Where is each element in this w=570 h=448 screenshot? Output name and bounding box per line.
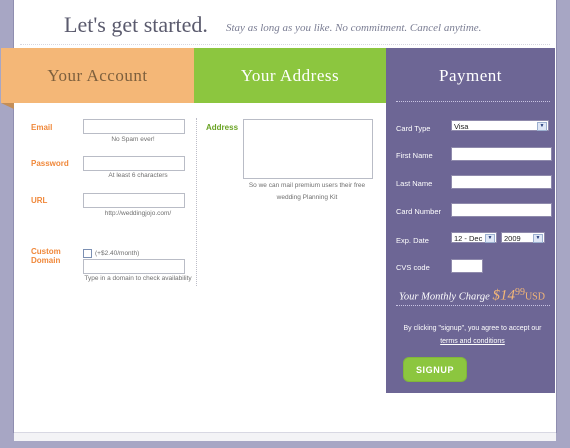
address-label: Address — [206, 123, 239, 132]
card-type-value: Visa — [454, 122, 469, 131]
page-subtitle: Stay as long as you like. No commitment.… — [226, 22, 482, 34]
page-title: Let's get started. — [64, 12, 208, 37]
tab-fold-corner — [1, 103, 14, 109]
email-hint: No Spam ever! — [111, 136, 155, 143]
url-field[interactable] — [83, 193, 185, 208]
url-hint: http://weddingjojo.com/ — [104, 210, 172, 217]
tab-payment[interactable]: Payment — [386, 48, 555, 103]
first-name-label: First Name — [396, 151, 433, 160]
exp-year-select[interactable]: 2009 ▼ — [501, 232, 545, 243]
exp-month-select[interactable]: 12 - Dec ▼ — [451, 232, 497, 243]
tab-payment-label: Payment — [439, 65, 502, 85]
tab-your-address[interactable]: Your Address — [194, 48, 386, 103]
card-bottom-strip — [14, 432, 556, 441]
tab-your-address-label: Your Address — [240, 65, 340, 85]
signup-button[interactable]: SIGNUP — [403, 357, 467, 382]
terms-text: By clicking "signup", you agree to accep… — [403, 325, 542, 332]
custom-domain-checkbox[interactable] — [83, 249, 92, 258]
last-name-label: Last Name — [396, 179, 433, 188]
monthly-charge-amount: $14 — [492, 287, 515, 304]
tab-your-account-label: Your Account — [47, 65, 148, 85]
address-hint-line2: wedding Planning Kit — [276, 194, 338, 201]
card-type-select[interactable]: Visa ▼ — [451, 120, 549, 131]
charge-divider — [396, 305, 550, 306]
address-hint-line1: So we can mail premium users their free — [248, 182, 366, 189]
monthly-charge-currency: USD — [524, 291, 545, 303]
chevron-down-icon: ▼ — [533, 234, 543, 243]
last-name-field[interactable] — [451, 175, 552, 189]
monthly-charge-cents: 99 — [514, 287, 525, 298]
exp-month-value: 12 - Dec — [454, 234, 483, 243]
header-divider — [20, 44, 550, 45]
card-number-field[interactable] — [451, 203, 552, 217]
custom-domain-label-line2: Domain — [31, 256, 61, 265]
password-hint: At least 6 characters — [108, 172, 168, 179]
card-type-label: Card Type — [396, 124, 431, 133]
monthly-charge-label: Your Monthly Charge — [399, 291, 490, 303]
monthly-charge: Your Monthly Charge $1499USD — [399, 287, 545, 305]
custom-domain-price: (+$2.40/month) — [95, 250, 140, 257]
password-field[interactable] — [83, 156, 185, 171]
email-label: Email — [31, 123, 53, 132]
tab-your-account[interactable]: Your Account — [1, 48, 194, 103]
custom-domain-hint: Type in a domain to check availability — [84, 275, 192, 282]
column-divider — [196, 118, 197, 286]
custom-domain-field[interactable] — [83, 259, 185, 274]
email-field[interactable] — [83, 119, 185, 134]
chevron-down-icon: ▼ — [485, 234, 495, 243]
address-textarea[interactable] — [243, 119, 373, 179]
exp-year-value: 2009 — [504, 234, 521, 243]
password-label: Password — [31, 159, 69, 168]
exp-date-label: Exp. Date — [396, 236, 429, 245]
cvs-field[interactable] — [451, 259, 483, 273]
cvs-label: CVS code — [396, 263, 430, 272]
first-name-field[interactable] — [451, 147, 552, 161]
terms-link[interactable]: terms and conditions — [396, 338, 549, 345]
card-number-label: Card Number — [396, 207, 442, 216]
payment-divider — [396, 101, 550, 102]
chevron-down-icon: ▼ — [537, 122, 547, 131]
custom-domain-label-line1: Custom — [31, 247, 61, 256]
url-label: URL — [31, 196, 48, 205]
